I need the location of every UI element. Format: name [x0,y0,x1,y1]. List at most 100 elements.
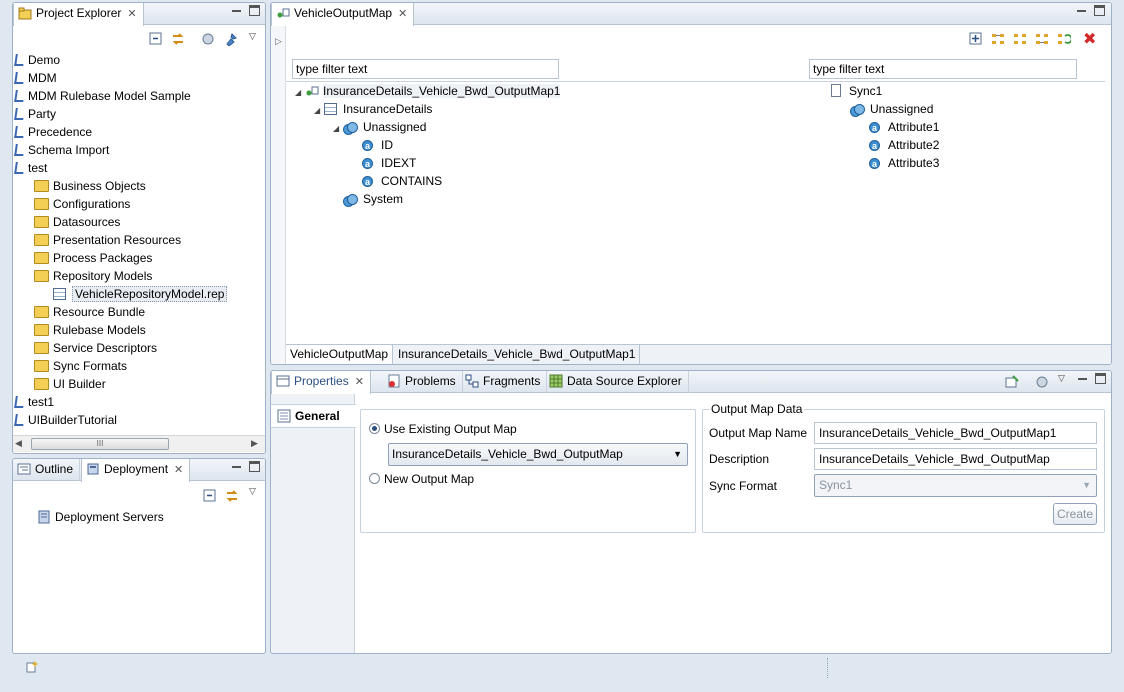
map-selected-icon[interactable] [1013,32,1027,46]
tree-item-service-descriptors[interactable]: Service Descriptors [34,339,157,357]
target-tree-item[interactable]: Unassigned [850,100,933,118]
output-map-name-field[interactable]: InsuranceDetails_Vehicle_Bwd_OutputMap1 [814,422,1097,444]
output-map-icon [305,84,319,98]
tree-item-mdm[interactable]: MDM [14,69,57,87]
sync-format-select[interactable]: Sync1 ▼ [814,474,1097,497]
target-tree-item[interactable]: Attribute2 [869,136,939,155]
tree-item-demo[interactable]: Demo [14,51,60,69]
source-tree-item[interactable]: System [333,190,403,208]
tree-item-schema-import[interactable]: Schema Import [14,141,109,159]
expand-arrow-icon[interactable]: ◢ [333,120,343,138]
minimize-icon[interactable] [231,5,242,16]
tab-bottom-vehicle-output-map[interactable]: VehicleOutputMap [286,345,394,364]
minimize-icon[interactable] [1076,5,1087,16]
sync-format-label: Sync Format [709,479,778,493]
source-tree-item[interactable]: ◢ InsuranceDetails [314,100,432,118]
left-filter-input[interactable] [292,59,559,79]
maximize-icon[interactable] [249,5,260,16]
unmap-icon[interactable] [1035,32,1049,46]
tree-item-sync-formats[interactable]: Sync Formats [34,357,127,375]
tree-item-presentation-resources[interactable]: Presentation Resources [34,231,181,249]
target-tree-item[interactable]: Sync1 [831,82,882,100]
attribute-icon [362,155,373,173]
maximize-icon[interactable] [1095,373,1106,384]
tree-item-party[interactable]: Party [14,105,56,123]
collapse-all-icon[interactable] [149,32,163,46]
project-explorer-tabbar: Project Explorer ✕ [13,3,265,26]
new-fast-view-icon[interactable] [25,660,39,674]
view-menu-icon[interactable]: ▽ [249,31,256,42]
tab-properties[interactable]: Properties ✕ [271,371,371,394]
tab-bottom-insurance-output-map[interactable]: InsuranceDetails_Vehicle_Bwd_OutputMap1 [394,345,641,364]
source-tree-item[interactable]: ◢ InsuranceDetails_Vehicle_Bwd_OutputMap1 [295,82,561,102]
tree-item-business-objects[interactable]: Business Objects [34,177,146,195]
target-tree-item[interactable]: Attribute3 [869,154,939,173]
pin-icon[interactable] [224,32,238,46]
tree-item-label: Sync Formats [53,359,128,373]
refresh-mapping-icon[interactable] [1057,32,1071,46]
expand-arrow-icon[interactable]: ◢ [314,102,324,120]
tree-item-test[interactable]: test [14,159,47,177]
tab-fragments[interactable]: Fragments [461,371,548,393]
tree-item-precedence[interactable]: Precedence [14,123,92,141]
filter-icon[interactable] [1035,375,1049,389]
tree-item-configurations[interactable]: Configurations [34,195,130,213]
close-icon[interactable]: ✕ [355,376,364,388]
link-editor-icon[interactable] [225,489,239,503]
maximize-icon[interactable] [1094,5,1105,16]
tab-vehicle-output-map[interactable]: VehicleOutputMap ✕ [271,3,415,26]
tab-project-explorer[interactable]: Project Explorer ✕ [13,3,144,26]
create-button[interactable]: Create [1053,503,1097,525]
maximize-icon[interactable] [249,461,260,472]
scroll-thumb[interactable]: III [31,438,169,450]
tree-item-label: test1 [28,395,55,409]
tab-outline[interactable]: Outline [13,459,81,481]
tree-item-uibuildertutorial[interactable]: UIBuilderTutorial [14,411,117,429]
tree-item-vehiclerepositorymodel-rep[interactable]: VehicleRepositoryModel.rep [53,285,228,303]
tree-item-deployment-servers[interactable]: Deployment Servers [37,508,164,526]
view-menu-icon[interactable]: ▽ [1058,373,1065,384]
tab-data-source-explorer[interactable]: Data Source Explorer [545,371,689,393]
view-menu-icon[interactable]: ▽ [249,486,256,497]
minimize-icon[interactable] [231,461,242,472]
scroll-right-icon[interactable]: ▶ [251,438,258,449]
tree-item-test1[interactable]: test1 [14,393,55,411]
tree-item-ui-builder[interactable]: UI Builder [34,375,106,393]
source-tree-item[interactable]: CONTAINS [352,172,442,191]
delete-icon[interactable]: ✖ [1083,29,1096,49]
tree-item-rulebase-models[interactable]: Rulebase Models [34,321,146,339]
source-tree-item[interactable]: IDEXT [352,154,416,173]
new-output-map-radio[interactable]: New Output Map [369,472,474,486]
pin-view-icon[interactable] [1005,375,1019,389]
tab-deployment[interactable]: Deployment ✕ [81,459,191,482]
source-tree-item[interactable]: ◢ Unassigned [333,118,426,136]
map-all-icon[interactable] [991,32,1005,46]
tree-item-resource-bundle[interactable]: Resource Bundle [34,303,145,321]
right-filter-input[interactable] [809,59,1077,79]
source-tree-item[interactable]: ID [352,136,393,155]
tree-item-repository-models[interactable]: Repository Models [34,267,152,285]
horizontal-scrollbar[interactable]: ◀ III ▶ [13,435,265,452]
use-existing-radio[interactable]: Use Existing Output Map [369,422,517,436]
tree-item-datasources[interactable]: Datasources [34,213,120,231]
tree-item-process-packages[interactable]: Process Packages [34,249,152,267]
side-tab-general[interactable]: General [271,404,356,428]
filter-icon[interactable] [201,32,215,46]
existing-output-map-select[interactable]: InsuranceDetails_Vehicle_Bwd_OutputMap ▼ [388,443,688,466]
tab-problems[interactable]: Problems [383,371,463,393]
link-editor-icon[interactable] [171,32,185,46]
attribute-icon [869,137,880,155]
expand-arrow-icon[interactable]: ◢ [295,84,305,102]
description-field[interactable]: InsuranceDetails_Vehicle_Bwd_OutputMap [814,448,1097,470]
close-icon[interactable]: ✕ [127,8,136,20]
scroll-left-icon[interactable]: ◀ [15,438,22,449]
target-tree-item[interactable]: Attribute1 [869,118,939,137]
minimize-icon[interactable] [1077,373,1088,384]
collapse-all-icon[interactable] [203,489,217,503]
tree-item-mdm-rulebase-model-sample[interactable]: MDM Rulebase Model Sample [14,87,191,105]
expand-icon[interactable]: ▷ [275,36,282,47]
close-icon[interactable]: ✕ [174,464,183,476]
close-icon[interactable]: ✕ [398,8,407,20]
status-bar [0,656,1124,692]
add-mapping-icon[interactable] [969,32,983,46]
